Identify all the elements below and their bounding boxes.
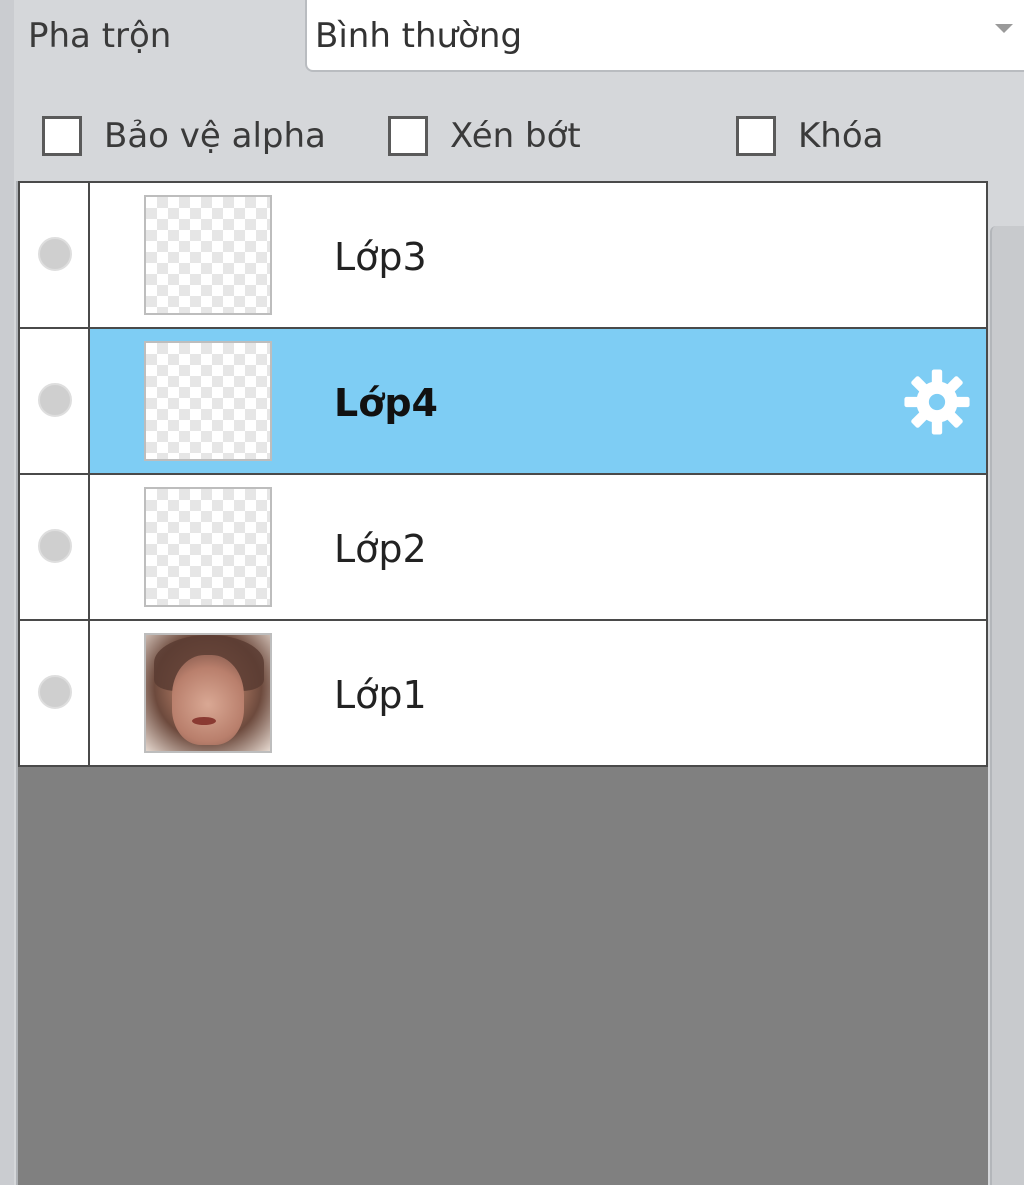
- layer-list: Lớp3 Lớp4 Lớp2 Lớp1: [16, 181, 988, 1185]
- layers-panel: Pha trộn Bình thường Bảo vệ alpha Xén bớ…: [0, 0, 1024, 1185]
- layer-name: Lớp4: [334, 381, 438, 425]
- layer-name: Lớp1: [334, 673, 427, 717]
- layer-name: Lớp3: [334, 235, 427, 279]
- layer-row[interactable]: Lớp3: [18, 181, 988, 329]
- visibility-cell[interactable]: [20, 621, 90, 765]
- layer-thumbnail: [144, 195, 272, 315]
- chevron-down-icon: [995, 24, 1013, 33]
- layer-row[interactable]: Lớp2: [18, 473, 988, 621]
- visibility-dot-icon[interactable]: [38, 383, 72, 417]
- visibility-cell[interactable]: [20, 183, 90, 327]
- visibility-dot-icon[interactable]: [38, 237, 72, 271]
- layer-thumbnail-photo: [144, 633, 272, 753]
- protect-alpha-box[interactable]: [42, 116, 82, 156]
- lock-label: Khóa: [798, 116, 884, 156]
- layer-thumbnail: [144, 341, 272, 461]
- clip-label: Xén bớt: [450, 116, 581, 156]
- layer-row[interactable]: Lớp1: [18, 619, 988, 767]
- layer-thumbnail: [144, 487, 272, 607]
- visibility-dot-icon[interactable]: [38, 529, 72, 563]
- visibility-cell[interactable]: [20, 329, 90, 473]
- protect-alpha-checkbox[interactable]: Bảo vệ alpha: [42, 112, 326, 160]
- photo-face: [172, 655, 244, 745]
- photo-lips: [192, 717, 216, 725]
- lock-box[interactable]: [736, 116, 776, 156]
- protect-alpha-label: Bảo vệ alpha: [104, 116, 326, 156]
- layer-row-selected[interactable]: Lớp4: [18, 327, 988, 475]
- visibility-cell[interactable]: [20, 475, 90, 619]
- blend-mode-select[interactable]: Bình thường: [305, 0, 1024, 72]
- vertical-scrollbar[interactable]: [990, 226, 1024, 1185]
- clip-checkbox[interactable]: Xén bớt: [388, 112, 581, 160]
- lock-checkbox[interactable]: Khóa: [736, 112, 883, 160]
- blend-mode-value: Bình thường: [315, 16, 523, 56]
- gear-icon[interactable]: [900, 365, 974, 439]
- panel-edge: [0, 0, 14, 1185]
- clip-box[interactable]: [388, 116, 428, 156]
- layer-name: Lớp2: [334, 527, 427, 571]
- visibility-dot-icon[interactable]: [38, 675, 72, 709]
- blend-mode-label: Pha trộn: [28, 16, 172, 56]
